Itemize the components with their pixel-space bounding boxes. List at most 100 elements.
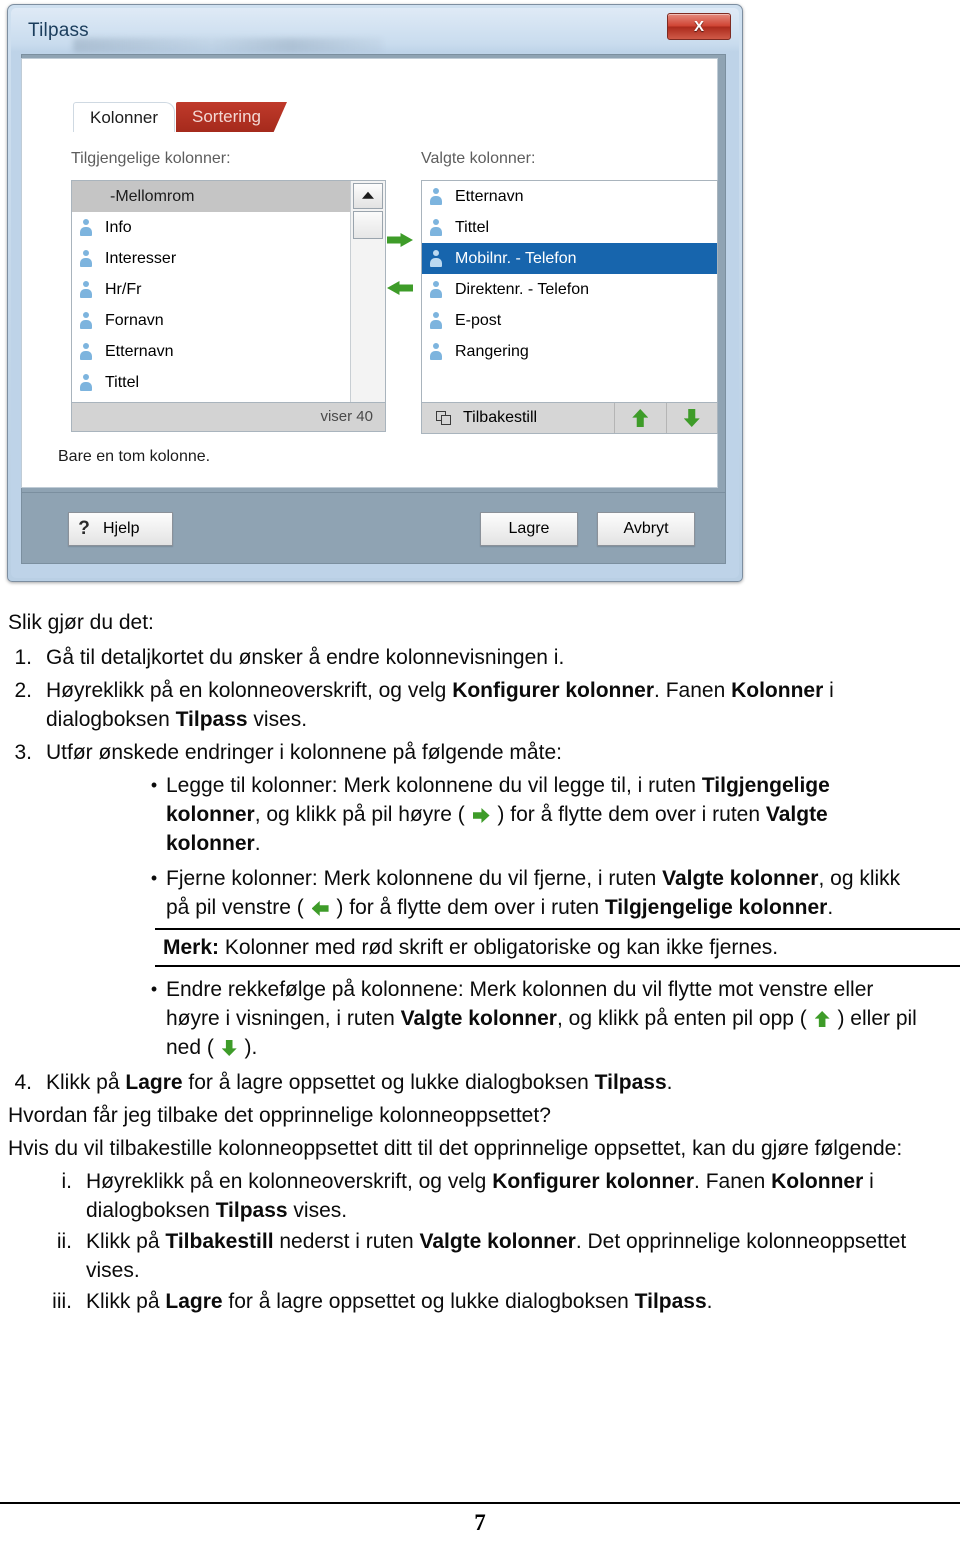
numbered-steps-2: 4. Klikk på Lagre for å lagre oppsettet … [0,1068,960,1097]
bullet-dot-icon: • [150,868,158,888]
tab-sortering[interactable]: Sortering [176,102,287,132]
list-item-selected[interactable]: Mobilnr. - Telefon [422,243,717,274]
list-item[interactable]: E-post [422,305,717,336]
roman-text: Høyreklikk på en kolonneoverskrift, og v… [86,1170,874,1222]
person-icon [430,312,442,329]
person-icon [430,343,442,360]
bullet-list-2: • Endre rekkefølge på kolonnene: Merk ko… [142,975,960,1062]
scroll-up-button[interactable] [353,183,383,209]
list-item[interactable]: Rangering [422,336,717,367]
dialog-inner: Tilpass X Kolonner Sortering Tilgjengeli… [11,8,739,578]
step-number: 1. [14,646,32,669]
available-columns-listbox[interactable]: -Mellomrom Info Interesser Hr/Fr Fornavn [71,180,386,432]
person-icon [80,374,92,391]
page-number: 7 [474,1510,486,1535]
list-item-label: Mobilnr. - Telefon [455,249,577,267]
list-item[interactable]: Tittel [72,367,350,398]
person-icon [430,281,442,298]
question-mark-icon: ? [78,518,90,539]
roman-steps: i. Høyreklikk på en kolonneoverskrift, o… [0,1167,960,1316]
step-text: Gå til detaljkortet du ønsker å endre ko… [46,646,565,669]
step-number: 4. [14,1071,32,1094]
arrow-down-icon [221,1040,237,1056]
list-item[interactable]: Etternavn [422,181,717,212]
move-down-button[interactable] [667,403,718,433]
list-item-label: Hr/Fr [105,280,142,298]
step-number: 3. [14,741,32,764]
move-left-button[interactable] [387,274,415,302]
document-body: Slik gjør du det: 1. Gå til detaljkortet… [0,608,960,1318]
available-list-count: viser 40 [71,402,386,432]
selected-list-toolbar: Tilbakestill [421,402,718,434]
list-item[interactable]: Interesser [72,243,350,274]
tilpass-dialog: Tilpass X Kolonner Sortering Tilgjengeli… [7,4,743,582]
list-item: 1. Gå til detaljkortet du ønsker å endre… [0,643,960,672]
list-item: i. Høyreklikk på en kolonneoverskrift, o… [0,1167,960,1225]
step-text: Klikk på Lagre for å lagre oppsettet og … [46,1071,673,1094]
save-button[interactable]: Lagre [480,512,578,546]
help-button[interactable]: ? Hjelp [68,512,173,546]
list-item[interactable]: Info [72,212,350,243]
list-item: • Fjerne kolonner: Merk kolonnene du vil… [142,864,960,922]
caret-up-icon [362,191,374,199]
list-item[interactable]: Direktenr. - Telefon [422,274,717,305]
move-up-button[interactable] [615,403,667,433]
list-item[interactable]: Fornavn [72,305,350,336]
person-icon [80,312,92,329]
arrow-up-icon [814,1011,830,1027]
roman-text: Klikk på Tilbakestill nederst i ruten Va… [86,1230,907,1282]
numbered-steps: 1. Gå til detaljkortet du ønsker å endre… [0,643,960,767]
person-icon [430,219,442,236]
person-icon [80,343,92,360]
person-icon [80,281,92,298]
list-item[interactable]: Etternavn [72,336,350,367]
list-item-label: Fornavn [105,311,164,329]
list-item: 4. Klikk på Lagre for å lagre oppsettet … [0,1068,960,1097]
doc-question: Hvordan får jeg tilbake det opprinnelige… [8,1104,551,1127]
step-text: Utfør ønskede endringer i kolonnene på f… [46,741,562,764]
dialog-hint-text: Bare en tom kolonne. [58,448,211,465]
available-list-scrollbar[interactable] [350,181,385,431]
bullet-text: Endre rekkefølge på kolonnene: Merk kolo… [166,978,917,1059]
list-item-label: Etternavn [455,187,524,205]
person-icon [80,250,92,267]
available-list-items: -Mellomrom Info Interesser Hr/Fr Fornavn [72,181,350,398]
list-item-label: Etternavn [105,342,174,360]
page-footer: 7 [0,1510,960,1536]
blurred-title-overlay [73,38,383,53]
close-button[interactable]: X [667,13,731,40]
tilbakestill-button[interactable]: Tilbakestill [422,403,615,433]
tilbakestill-label: Tilbakestill [463,409,538,426]
list-item[interactable]: Hr/Fr [72,274,350,305]
restore-icon [436,410,453,426]
list-item: • Legge til kolonner: Merk kolonnene du … [142,771,960,858]
bullet-dot-icon: • [150,775,158,795]
help-label: Hjelp [103,520,140,537]
roman-number: iii. [52,1290,72,1313]
list-item-label: Tittel [455,218,490,236]
list-item: • Endre rekkefølge på kolonnene: Merk ko… [142,975,960,1062]
arrow-up-icon [632,409,649,427]
list-item-label: Direktenr. - Telefon [455,280,589,298]
roman-number: ii. [56,1230,72,1253]
bullet-text: Fjerne kolonner: Merk kolonnene du vil f… [166,867,901,919]
list-item-label: Interesser [105,249,177,267]
arrow-down-icon [683,409,700,427]
tab-kolonner[interactable]: Kolonner [73,102,176,132]
selected-columns-listbox[interactable]: Etternavn Tittel Mobilnr. - Telefon Dire… [421,180,718,434]
list-item: iii. Klikk på Lagre for å lagre oppsette… [0,1287,960,1316]
list-item[interactable]: -Mellomrom [72,181,350,212]
bullet-dot-icon: • [150,979,158,999]
move-right-button[interactable] [387,226,415,254]
step-number: 2. [14,679,32,702]
bullet-text: Legge til kolonner: Merk kolonnene du vi… [166,774,830,855]
list-item: 3. Utfør ønskede endringer i kolonnene p… [0,738,960,767]
step-text: Høyreklikk på en kolonneoverskrift, og v… [46,679,834,731]
list-item[interactable]: Tittel [422,212,717,243]
doc-heading: Slik gjør du det: [8,611,154,634]
person-icon [80,219,92,236]
arrow-right-icon [387,233,413,247]
scrollbar-thumb[interactable] [353,211,383,239]
list-item-label: E-post [455,311,502,329]
cancel-button[interactable]: Avbryt [597,512,695,546]
